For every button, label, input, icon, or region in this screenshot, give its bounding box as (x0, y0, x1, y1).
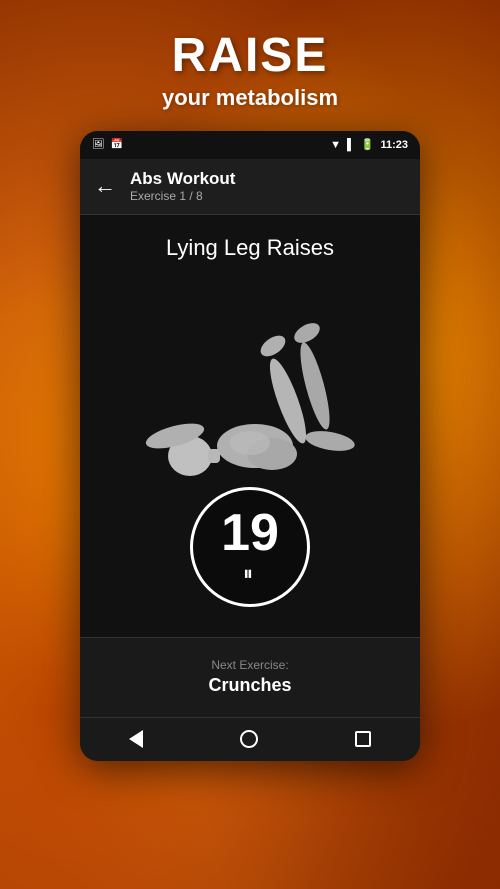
nav-apps-button[interactable] (355, 731, 371, 747)
timer-circle-wrapper: 19 ⏸ (190, 487, 310, 607)
promo-section: RAISE your metabolism (0, 0, 500, 131)
timer-circle: 19 ⏸ (190, 487, 310, 607)
image-icon: 🖼 (92, 139, 105, 150)
wifi-icon: ▼ (330, 139, 341, 151)
nav-back-button[interactable] (129, 730, 143, 748)
battery-icon: 🔋 (361, 138, 375, 151)
nav-bar (80, 717, 420, 761)
status-bar: 🖼 📅 ▼ ▌ 🔋 11:23 (80, 131, 420, 159)
header-title: Abs Workout (130, 169, 235, 189)
signal-icon: ▌ (347, 139, 355, 151)
nav-home-button[interactable] (240, 730, 258, 748)
promo-subtitle: your metabolism (0, 85, 500, 111)
calendar-icon: 📅 (111, 139, 123, 150)
next-exercise-label: Next Exercise: (211, 658, 288, 672)
header-text: Abs Workout Exercise 1 / 8 (130, 169, 235, 203)
pause-button[interactable]: ⏸ (243, 563, 257, 586)
timer-value: 19 (221, 507, 279, 559)
back-button[interactable]: ← (94, 175, 116, 197)
status-right: ▼ ▌ 🔋 11:23 (330, 138, 408, 151)
next-exercise-name: Crunches (208, 675, 291, 696)
apps-square-icon (355, 731, 371, 747)
promo-headline: RAISE (0, 30, 500, 83)
home-circle-icon (240, 730, 258, 748)
clock: 11:23 (380, 139, 408, 151)
figure-container: 19 ⏸ (80, 261, 420, 637)
app-header: ← Abs Workout Exercise 1 / 8 (80, 159, 420, 215)
exercise-figure (110, 261, 390, 521)
back-triangle-icon (129, 730, 143, 748)
phone-mockup: 🖼 📅 ▼ ▌ 🔋 11:23 ← Abs Workout Exercise 1… (80, 131, 420, 761)
exercise-name: Lying Leg Raises (166, 215, 334, 261)
workout-area: Lying Leg Raises (80, 215, 420, 637)
status-left-icons: 🖼 📅 (92, 139, 123, 150)
next-exercise-panel: Next Exercise: Crunches (80, 637, 420, 717)
header-subtitle: Exercise 1 / 8 (130, 189, 235, 203)
